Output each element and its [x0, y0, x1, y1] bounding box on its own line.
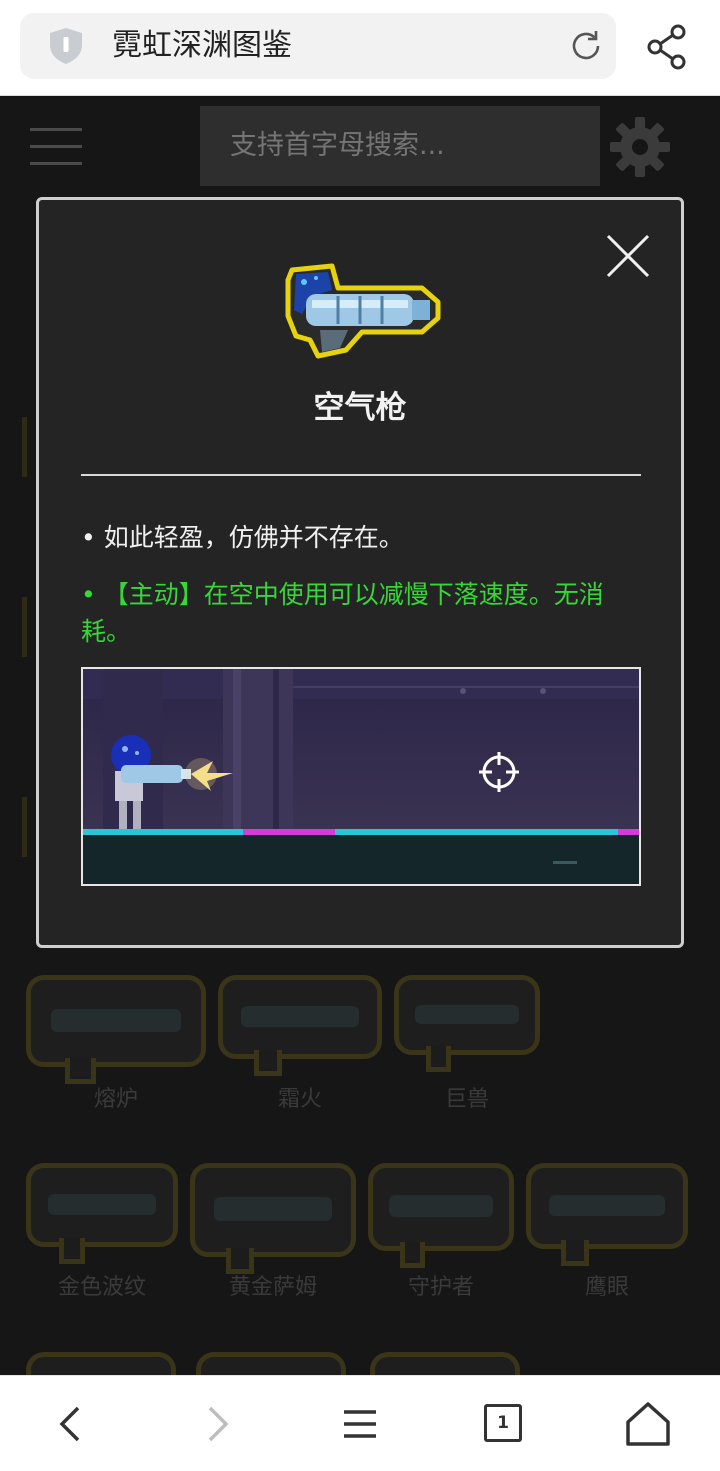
- search-input[interactable]: [200, 106, 600, 186]
- air-gun-icon: [285, 263, 441, 359]
- weapon-item[interactable]: 巨兽: [394, 975, 540, 1115]
- item-active-effect: • 【主动】在空中使用可以减慢下落速度。无消耗。: [81, 580, 604, 646]
- menu-icon[interactable]: [336, 1400, 384, 1448]
- weapon-name: 黄金萨姆: [228, 1275, 317, 1300]
- browser-toolbar: 霓虹深渊图鉴: [0, 0, 720, 96]
- weapon-name: 鹰眼: [584, 1275, 629, 1300]
- reload-icon[interactable]: [568, 28, 604, 64]
- hamburger-menu-icon[interactable]: [30, 128, 82, 166]
- weapon-sprite: [394, 975, 540, 1072]
- browser-bottom-nav: 1: [0, 1375, 720, 1471]
- weapon-item[interactable]: 熔炉: [26, 975, 206, 1115]
- weapon-item[interactable]: 鹰眼: [526, 1163, 688, 1303]
- weapon-sprite: [196, 1352, 346, 1375]
- weapon-item[interactable]: 霜火: [218, 975, 382, 1115]
- item-description: • 如此轻盈，仿佛并不存在。: [81, 523, 404, 552]
- share-icon[interactable]: [646, 24, 688, 70]
- weapon-item[interactable]: 金色波纹: [26, 1163, 178, 1303]
- shield-icon[interactable]: [48, 27, 84, 65]
- weapon-name: 熔炉: [93, 1087, 138, 1112]
- divider: [81, 474, 641, 476]
- weapon-sprite: [218, 975, 382, 1076]
- weapon-sprite: [190, 1163, 356, 1274]
- close-icon[interactable]: [605, 233, 651, 279]
- weapon-sprite: [368, 1163, 514, 1268]
- back-icon[interactable]: [48, 1400, 96, 1448]
- weapon-name: 霜火: [277, 1087, 322, 1112]
- weapon-item[interactable]: 黄金萨姆: [190, 1163, 356, 1303]
- gear-icon[interactable]: [608, 115, 672, 179]
- tabs-icon[interactable]: 1: [484, 1404, 532, 1452]
- item-detail-modal: 空气枪 • 如此轻盈，仿佛并不存在。 • 【主动】在空中使用可以减慢下落速度。无…: [36, 197, 684, 948]
- weapon-sprite: [370, 1352, 520, 1375]
- weapon-name: 守护者: [407, 1275, 474, 1300]
- item-name: 空气枪: [313, 390, 407, 426]
- weapon-sprite: [26, 1163, 178, 1264]
- tab-count: 1: [484, 1404, 522, 1442]
- gameplay-preview-image: [81, 667, 641, 886]
- address-bar[interactable]: 霓虹深渊图鉴: [20, 13, 616, 79]
- weapon-name: 金色波纹: [57, 1275, 146, 1300]
- forward-icon[interactable]: [192, 1400, 240, 1448]
- weapon-sprite: [526, 1163, 688, 1266]
- page-title: 霓虹深渊图鉴: [112, 28, 292, 63]
- weapon-name: 巨兽: [444, 1087, 489, 1112]
- weapon-sprite: [26, 1352, 176, 1375]
- home-icon[interactable]: [624, 1400, 672, 1448]
- weapon-sprite: [26, 975, 206, 1084]
- weapon-item[interactable]: 守护者: [368, 1163, 514, 1303]
